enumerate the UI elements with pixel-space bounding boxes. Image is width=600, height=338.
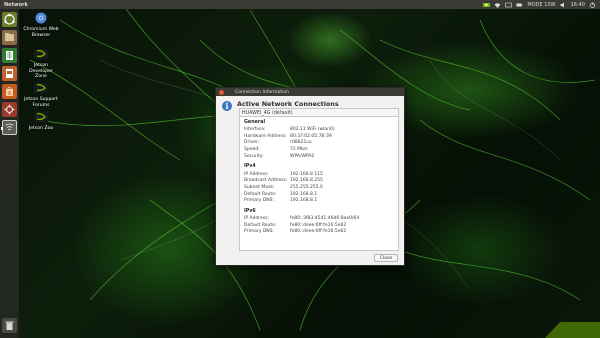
detail-key: Speed: bbox=[244, 147, 260, 153]
detail-value: 192.168.8.115 bbox=[290, 171, 323, 177]
power-mode-label[interactable]: MODE 15W bbox=[527, 2, 555, 8]
section-title-general: General bbox=[244, 120, 266, 125]
detail-row: Interface: 802.11 WiFi (wlan0) bbox=[244, 127, 398, 134]
detail-key: IP Address: bbox=[244, 171, 269, 177]
section-title-ipv4: IPv4 bbox=[244, 164, 256, 170]
detail-row: IP Address: 192.168.8.115 bbox=[244, 171, 398, 178]
desktop-icon-label: Jetson Developer Zone bbox=[29, 63, 53, 80]
desktop-icon-label: Jetson Zoo bbox=[28, 126, 54, 132]
detail-row: Primary DNS: fe80::deee:6ff:fe16:5e62 bbox=[244, 229, 398, 236]
detail-value: 802.11 WiFi (wlan0) bbox=[290, 127, 335, 133]
svg-text:A: A bbox=[8, 91, 12, 97]
detail-key: Default Route: bbox=[244, 222, 277, 228]
detail-row: Security: WPA/WPA2 bbox=[244, 153, 398, 160]
desktop-icon-jetson-developer-zone[interactable]: Jetson Developer Zone bbox=[23, 48, 59, 80]
detail-key: Interface: bbox=[244, 127, 266, 133]
detail-row: Primary DNS: 192.168.8.1 bbox=[244, 197, 398, 204]
detail-row: Subnet Mask: 255.255.255.0 bbox=[244, 184, 398, 191]
detail-row: Driver: rtl8821cu bbox=[244, 140, 398, 147]
keyboard-icon[interactable] bbox=[505, 2, 513, 8]
system-tray: MODE 15W 16:40 bbox=[483, 2, 596, 8]
detail-value: 72 Mb/s bbox=[290, 147, 308, 153]
clock[interactable]: 16:40 bbox=[571, 2, 585, 8]
trash-icon[interactable] bbox=[2, 318, 17, 333]
detail-key: Primary DNS: bbox=[244, 198, 275, 204]
launcher: A bbox=[0, 9, 19, 338]
detail-value: 255.255.255.0 bbox=[290, 184, 323, 190]
detail-value: WPA/WPA2 bbox=[290, 153, 315, 159]
nvidia-icon bbox=[34, 112, 48, 122]
tab-label: HUAWEI_4G (default) bbox=[242, 110, 293, 116]
detail-key: Broadcast Address: bbox=[244, 178, 288, 184]
detail-key: Default Route: bbox=[244, 191, 277, 197]
nvidia-icon bbox=[34, 83, 48, 93]
detail-value: 192.168.8.1 bbox=[290, 191, 318, 197]
detail-key: Primary DNS: bbox=[244, 229, 275, 235]
nvidia-icon[interactable] bbox=[483, 2, 491, 8]
ubuntu-dash-icon[interactable] bbox=[2, 12, 17, 27]
active-indicator bbox=[1, 127, 3, 130]
info-icon: i bbox=[222, 101, 232, 111]
detail-row: IP Address: fe80::3f83:4541:46d6:8ae0/64 bbox=[244, 215, 398, 222]
top-panel: Network MODE 15W 16:40 bbox=[0, 0, 600, 9]
detail-value: rtl8821cu bbox=[290, 140, 312, 146]
detail-key: IP Address: bbox=[244, 216, 269, 222]
dialog-title: Connection Information bbox=[235, 89, 290, 95]
detail-row: Broadcast Address: 192.168.8.255 bbox=[244, 178, 398, 185]
desktop-icon-jetson-zoo[interactable]: Jetson Zoo bbox=[23, 111, 59, 132]
detail-value: fe80::3f83:4541:46d6:8ae0/64 bbox=[290, 216, 360, 222]
software-center-icon[interactable]: A bbox=[2, 84, 17, 99]
detail-value: fe80::deee:6ff:fe16:5e62 bbox=[290, 222, 347, 228]
wifi-icon[interactable] bbox=[494, 2, 501, 8]
close-window-icon[interactable] bbox=[219, 89, 224, 95]
detail-value: 192.168.8.255 bbox=[290, 178, 323, 184]
section-title-ipv6: IPv6 bbox=[244, 208, 256, 214]
connection-information-dialog: Connection Information i Active Network … bbox=[215, 87, 405, 266]
detail-row: Default Route: fe80::deee:6ff:fe16:5e62 bbox=[244, 222, 398, 229]
battery-icon[interactable] bbox=[516, 2, 523, 8]
detail-value: B0:1F:02:05:7B:39 bbox=[290, 133, 332, 139]
active-app-title: Network bbox=[4, 1, 28, 8]
volume-icon[interactable] bbox=[560, 2, 567, 8]
desktop-icon-chromium[interactable]: Chromium Web Browser bbox=[23, 12, 59, 38]
nvidia-icon bbox=[34, 49, 48, 59]
detail-key: Hardware Address: bbox=[244, 133, 287, 139]
chromium-icon bbox=[35, 12, 47, 24]
spreadsheet-icon[interactable] bbox=[2, 48, 17, 63]
connection-details-panel: General Interface: 802.11 WiFi (wlan0) Ha… bbox=[239, 116, 399, 251]
detail-key: Subnet Mask: bbox=[244, 184, 275, 190]
files-icon[interactable] bbox=[2, 30, 17, 45]
detail-row: Default Route: 192.168.8.1 bbox=[244, 191, 398, 198]
settings-icon[interactable] bbox=[2, 102, 17, 117]
detail-value: fe80::deee:6ff:fe16:5e62 bbox=[290, 229, 347, 235]
dialog-titlebar[interactable]: Connection Information bbox=[216, 88, 404, 96]
desktop-icon-label: Jetson Support Forums bbox=[24, 97, 58, 108]
presentation-icon[interactable] bbox=[2, 66, 17, 81]
desktop-icon-jetson-support-forums[interactable]: Jetson Support Forums bbox=[23, 82, 59, 108]
detail-key: Security: bbox=[244, 153, 264, 159]
detail-key: Driver: bbox=[244, 140, 260, 146]
detail-value: 192.168.8.1 bbox=[290, 198, 318, 204]
close-button[interactable]: Close bbox=[374, 254, 398, 262]
desktop-icon-label: Chromium Web Browser bbox=[23, 27, 59, 38]
detail-row: Speed: 72 Mb/s bbox=[244, 146, 398, 153]
network-icon[interactable] bbox=[1, 120, 17, 135]
power-icon[interactable] bbox=[589, 2, 596, 8]
detail-row: Hardware Address: B0:1F:02:05:7B:39 bbox=[244, 133, 398, 140]
